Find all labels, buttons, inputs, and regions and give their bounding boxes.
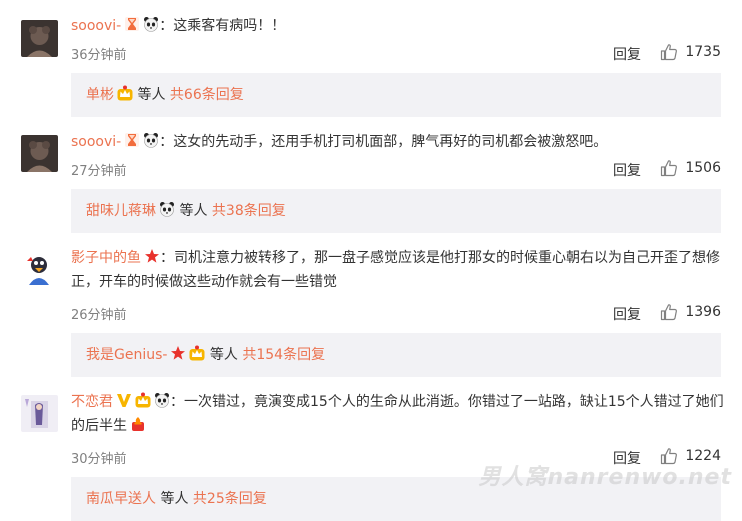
thumbs-up-icon [660,303,678,321]
comment-text: 不恋君 ：一次错过，竟演变成15个人的生命从此消逝。你错过了一站路，缺让15个人错… [71,390,726,438]
crown-badge-icon [117,85,133,101]
thread-username[interactable]: 南瓜早送人 [86,491,156,507]
vip-v-badge-icon [116,392,132,408]
thread-mid-text: 等人 [205,347,243,363]
username-link[interactable]: sooovi- [71,134,121,150]
reply-thread-summary[interactable]: 我是Genius- 等人 共154条回复 [71,333,721,377]
reply-button[interactable]: 回复 [613,160,641,180]
thread-username[interactable]: 单彬 [86,87,114,103]
site-watermark: 男人窝nanrenwo.net [478,465,732,490]
like-count: 1396 [685,304,721,320]
thread-mid-text: 等人 [156,491,193,507]
hourglass-badge-icon [124,132,140,148]
reply-button[interactable]: 回复 [613,304,641,324]
panda-emoji-icon [154,392,170,408]
thread-mid-text: 等人 [133,87,170,103]
avatar[interactable] [21,395,58,432]
comment-body: ：司机注意力被转移了，那一盘子感觉应该是他打那女的时候重心朝右以为自己开歪了想修… [71,250,720,290]
thread-username[interactable]: 我是Genius- [86,347,167,363]
thread-count-link[interactable]: 共38条回复 [212,203,286,219]
crown-badge-icon [189,345,205,361]
comment-time: 30分钟前 [71,452,127,467]
reply-button[interactable]: 回复 [613,44,641,64]
panda-emoji-icon [143,16,159,32]
like-button[interactable]: 1506 [660,159,721,177]
avatar[interactable] [21,20,58,57]
panda-emoji-icon [159,201,175,217]
avatar[interactable] [21,251,58,288]
fire-emoji-icon [130,416,146,432]
comment-time: 36分钟前 [71,48,127,63]
like-count: 1506 [685,160,721,176]
like-count: 1735 [685,44,721,60]
comment-body: ：这乘客有病吗！！ [159,18,286,34]
like-button[interactable]: 1735 [660,43,721,61]
username-link[interactable]: 影子中的鱼 [71,250,141,266]
thread-count-link[interactable]: 共154条回复 [242,347,325,363]
hourglass-badge-icon [124,16,140,32]
username-link[interactable]: sooovi- [71,18,121,34]
thumbs-up-icon [660,43,678,61]
thread-mid-text: 等人 [175,203,212,219]
red-star-badge-icon [170,345,186,361]
avatar[interactable] [21,135,58,172]
reply-thread-summary[interactable]: 单彬 等人 共66条回复 [71,73,721,117]
comment-text: sooovi- ：这女的先动手，还用手机打司机面部，脾气再好的司机都会被激怒吧。 [71,130,726,154]
thumbs-up-icon [660,159,678,177]
comment-body: ：这女的先动手，还用手机打司机面部，脾气再好的司机都会被激怒吧。 [159,134,608,150]
crown-badge-icon [135,392,151,408]
thread-username[interactable]: 甜味儿蒋琳 [86,203,156,219]
reply-thread-summary[interactable]: 甜味儿蒋琳 等人 共38条回复 [71,189,721,233]
comment-time: 27分钟前 [71,164,127,179]
like-button[interactable]: 1396 [660,303,721,321]
panda-emoji-icon [143,132,159,148]
thread-count-link[interactable]: 共66条回复 [170,87,244,103]
username-link[interactable]: 不恋君 [71,394,113,410]
thread-count-link[interactable]: 共25条回复 [193,491,267,507]
comment-text: sooovi- ：这乘客有病吗！！ [71,14,726,38]
comment-text: 影子中的鱼 ：司机注意力被转移了，那一盘子感觉应该是他打那女的时候重心朝右以为自己… [71,246,726,294]
comment-time: 26分钟前 [71,308,127,323]
red-star-badge-icon [144,248,160,264]
